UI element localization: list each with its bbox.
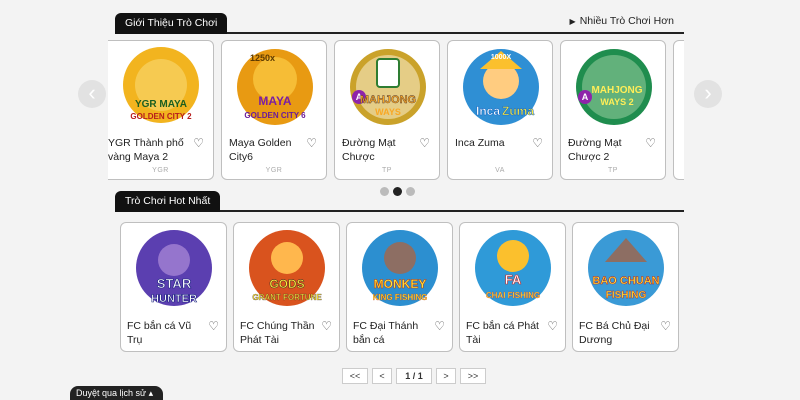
game-card[interactable]: A MAHJONG WAYS 2 Đường Mạt Chược 2 ♡ TP bbox=[560, 40, 666, 180]
game-thumbnail: MONKEY KING FISHING bbox=[362, 230, 438, 306]
favorite-heart-icon[interactable]: ♡ bbox=[547, 319, 558, 333]
game-name: Maya Golden City6 bbox=[229, 137, 292, 163]
game-thumbnail: YGR MAYA GOLDEN CITY 2 bbox=[123, 47, 199, 123]
game-provider: YGR bbox=[265, 167, 283, 174]
svg-text:1000X: 1000X bbox=[491, 54, 512, 61]
svg-text:Zuma: Zuma bbox=[502, 104, 534, 118]
game-name: FC bắn cá Vũ Trụ bbox=[127, 320, 192, 346]
svg-text:HUNTER: HUNTER bbox=[151, 293, 197, 305]
game-thumbnail: 1000X Inca Zuma bbox=[463, 49, 539, 125]
chevron-up-icon: ▴ bbox=[148, 388, 154, 398]
hot-game-card[interactable]: MONKEY KING FISHING FC Đại Thánh bắn cá ♡ bbox=[346, 222, 453, 352]
svg-text:KING FISHING: KING FISHING bbox=[373, 293, 428, 302]
intro-tab[interactable]: Giới Thiệu Trò Chơi bbox=[115, 13, 228, 34]
game-provider: TP bbox=[382, 167, 392, 174]
game-name: FC Bá Chủ Đại Dương bbox=[579, 320, 650, 346]
hot-tab[interactable]: Trò Chơi Hot Nhất bbox=[115, 191, 221, 212]
game-name: YGR Thành phố vàng Maya 2 bbox=[108, 137, 184, 163]
game-name: Đường Mạt Chược bbox=[342, 137, 396, 163]
favorite-heart-icon[interactable]: ♡ bbox=[208, 319, 219, 333]
game-card[interactable]: YGR MAYA GOLDEN CITY 2 YGR Thành phố vàng… bbox=[108, 40, 214, 180]
favorite-heart-icon[interactable]: ♡ bbox=[321, 319, 332, 333]
svg-text:GOLDEN CITY 2: GOLDEN CITY 2 bbox=[130, 112, 192, 121]
svg-text:GOLDEN CITY 6: GOLDEN CITY 6 bbox=[244, 111, 306, 120]
svg-text:WAYS 2: WAYS 2 bbox=[600, 97, 633, 107]
hot-game-card[interactable]: STAR HUNTER FC bắn cá Vũ Trụ ♡ bbox=[120, 222, 227, 352]
svg-text:FA: FA bbox=[505, 272, 522, 287]
favorite-heart-icon[interactable]: ♡ bbox=[419, 136, 430, 150]
favorite-heart-icon[interactable]: ♡ bbox=[532, 136, 543, 150]
game-name: Đường Mạt Chược 2 bbox=[568, 137, 622, 163]
game-thumbnail: AMAHJONGWAYS 2 bbox=[576, 49, 652, 125]
game-name: FC Chúng Thần Phát Tài bbox=[240, 320, 315, 346]
chevron-left-icon: ‹ bbox=[88, 80, 96, 105]
game-card[interactable]: A MAHJONG WAYS Đường Mạt Chược ♡ TP bbox=[334, 40, 440, 180]
page: Giới Thiệu Trò Chơi ▶ Nhiều Trò Chơi Hơn … bbox=[0, 0, 800, 400]
svg-text:FISHING: FISHING bbox=[606, 290, 647, 301]
current-page: 1 / 1 bbox=[396, 368, 432, 384]
hot-game-card[interactable]: GODS GRANT FORTUNE FC Chúng Thần Phát Tài… bbox=[233, 222, 340, 352]
svg-text:A: A bbox=[582, 92, 589, 102]
svg-text:MAHJONG: MAHJONG bbox=[360, 94, 416, 106]
game-thumbnail: FA CHAI FISHING bbox=[475, 230, 551, 306]
more-games-label: Nhiều Trò Chơi Hơn bbox=[579, 15, 674, 27]
game-name: FC Đại Thánh bắn cá bbox=[353, 320, 419, 346]
carousel-next-button[interactable]: › bbox=[694, 80, 722, 108]
game-card-partial[interactable] bbox=[673, 40, 684, 180]
game-thumbnail: 1250x MAYA GOLDEN CITY 6 bbox=[237, 49, 313, 125]
game-thumbnail: GODS GRANT FORTUNE bbox=[249, 230, 325, 306]
hot-section-header: Trò Chơi Hot Nhất bbox=[115, 189, 684, 212]
svg-text:GODS: GODS bbox=[269, 277, 304, 291]
favorite-heart-icon[interactable]: ♡ bbox=[306, 136, 317, 150]
more-games-link[interactable]: ▶ Nhiều Trò Chơi Hơn bbox=[570, 15, 674, 27]
game-provider: TP bbox=[608, 167, 618, 174]
game-name: FC bắn cá Phát Tài bbox=[466, 320, 539, 346]
favorite-heart-icon[interactable]: ♡ bbox=[434, 319, 445, 333]
favorite-heart-icon[interactable]: ♡ bbox=[645, 136, 656, 150]
last-page-button[interactable]: >> bbox=[460, 368, 486, 384]
svg-text:MAYA: MAYA bbox=[258, 94, 291, 108]
browse-history-label: Duyệt qua lịch sử bbox=[76, 388, 147, 398]
game-card[interactable]: 1000X Inca Zuma Inca Zuma ♡ VA bbox=[447, 40, 553, 180]
svg-text:YGR MAYA: YGR MAYA bbox=[135, 99, 187, 110]
svg-text:MONKEY: MONKEY bbox=[374, 277, 427, 291]
svg-text:1250x: 1250x bbox=[250, 53, 275, 63]
first-page-button[interactable]: << bbox=[342, 368, 368, 384]
svg-text:GRANT FORTUNE: GRANT FORTUNE bbox=[252, 293, 322, 302]
game-thumbnail: STAR HUNTER bbox=[136, 230, 212, 306]
game-name: Inca Zuma bbox=[455, 137, 505, 149]
hot-game-card[interactable]: BAO CHUAN FISHING FC Bá Chủ Đại Dương ♡ bbox=[572, 222, 679, 352]
game-carousel: YGR MAYA GOLDEN CITY 2 YGR Thành phố vàng… bbox=[100, 40, 684, 182]
svg-text:WAYS: WAYS bbox=[375, 107, 401, 117]
favorite-heart-icon[interactable]: ♡ bbox=[660, 319, 671, 333]
svg-text:CHAI FISHING: CHAI FISHING bbox=[486, 291, 540, 300]
favorite-heart-icon[interactable]: ♡ bbox=[193, 136, 204, 150]
chevron-right-icon: › bbox=[704, 80, 712, 105]
game-provider: VA bbox=[495, 167, 505, 174]
svg-text:BAO CHUAN: BAO CHUAN bbox=[592, 275, 659, 287]
next-page-button[interactable]: > bbox=[436, 368, 456, 384]
svg-text:STAR: STAR bbox=[157, 276, 192, 291]
intro-section-header: Giới Thiệu Trò Chơi ▶ Nhiều Trò Chơi Hơn bbox=[115, 10, 684, 34]
hot-game-card[interactable]: FA CHAI FISHING FC bắn cá Phát Tài ♡ bbox=[459, 222, 566, 352]
game-thumbnail: BAO CHUAN FISHING bbox=[588, 230, 664, 306]
caret-right-icon: ▶ bbox=[569, 17, 576, 26]
game-provider: YGR bbox=[152, 167, 169, 174]
browse-history-tab[interactable]: Duyệt qua lịch sử ▴ bbox=[70, 386, 164, 400]
svg-text:MAHJONG: MAHJONG bbox=[591, 85, 642, 96]
svg-text:Inca: Inca bbox=[476, 104, 500, 118]
prev-page-button[interactable]: < bbox=[372, 368, 392, 384]
game-card[interactable]: 1250x MAYA GOLDEN CITY 6 Maya Golden City6… bbox=[221, 40, 327, 180]
game-thumbnail: AMAHJONGWAYS bbox=[350, 49, 426, 125]
